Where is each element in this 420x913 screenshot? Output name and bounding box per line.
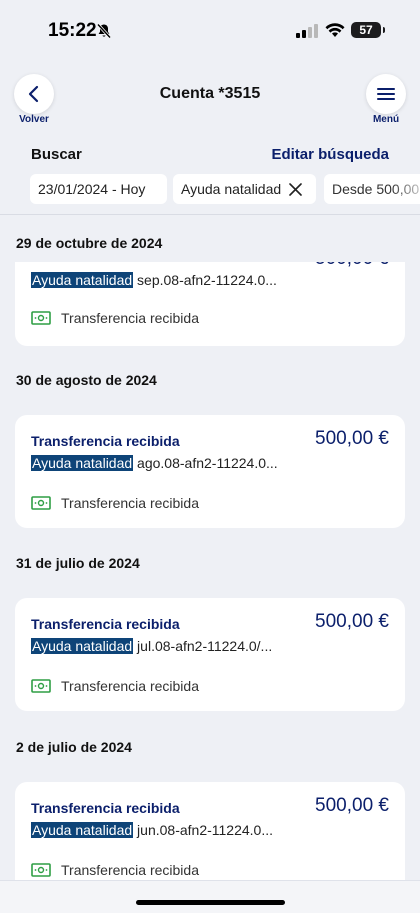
transaction-description-rest: sep.08-afn2-11224.0... bbox=[133, 272, 277, 288]
status-time: 15:22 bbox=[48, 20, 97, 41]
signal-icon bbox=[296, 24, 318, 43]
transaction-type-label: Transferencia recibida bbox=[61, 310, 199, 326]
filter-chip-concept[interactable]: Ayuda natalidad bbox=[173, 174, 316, 204]
edit-search-link[interactable]: Editar búsqueda bbox=[271, 146, 389, 163]
search-highlight: Ayuda natalidad bbox=[31, 455, 134, 471]
transaction-amount: 500,00 € bbox=[315, 428, 389, 449]
transaction-description: Ayuda natalidad sep.08-afn2-11224.0... bbox=[31, 272, 293, 288]
menu-button[interactable] bbox=[366, 74, 406, 114]
transaction-amount: 500,00 € bbox=[315, 611, 389, 632]
transaction-description: Ayuda natalidad ago.08-afn2-11224.0... bbox=[31, 455, 293, 471]
filter-chip-date-label: 23/01/2024 - Hoy bbox=[38, 181, 146, 197]
filter-chip-amount[interactable]: Desde 500,00 € bbox=[324, 174, 420, 204]
filter-chip-date[interactable]: 23/01/2024 - Hoy bbox=[30, 174, 167, 204]
transaction-card[interactable]: 500,00 € Ayuda natalidad sep.08-afn2-112… bbox=[15, 262, 405, 346]
transaction-amount: 500,00 € bbox=[315, 795, 389, 816]
transaction-description-rest: jul.08-afn2-11224.0/... bbox=[133, 638, 273, 654]
filter-chip-concept-label: Ayuda natalidad bbox=[181, 181, 282, 197]
transaction-type: Transferencia recibida bbox=[31, 678, 199, 694]
search-highlight: Ayuda natalidad bbox=[31, 638, 134, 654]
transaction-description-rest: ago.08-afn2-11224.0... bbox=[133, 455, 278, 471]
wifi-icon bbox=[325, 23, 345, 43]
transaction-type: Transferencia recibida bbox=[31, 495, 199, 511]
transaction-type: Transferencia recibida bbox=[31, 862, 199, 878]
date-header: 30 de agosto de 2024 bbox=[16, 372, 157, 388]
transaction-type-label: Transferencia recibida bbox=[61, 862, 199, 878]
hamburger-menu-icon bbox=[377, 87, 395, 101]
battery-icon: 57 bbox=[351, 22, 385, 38]
home-indicator[interactable] bbox=[136, 900, 285, 905]
filter-chips: 23/01/2024 - Hoy Ayuda natalidad Desde 5… bbox=[30, 174, 420, 206]
transaction-type-label: Transferencia recibida bbox=[61, 678, 199, 694]
status-bar: 15:22 57 bbox=[0, 0, 420, 62]
date-header: 31 de julio de 2024 bbox=[16, 555, 140, 571]
back-label[interactable]: Volver bbox=[4, 114, 64, 125]
banknote-icon bbox=[31, 311, 51, 325]
transaction-type-label: Transferencia recibida bbox=[61, 495, 199, 511]
search-highlight: Ayuda natalidad bbox=[31, 272, 134, 288]
transaction-type: Transferencia recibida bbox=[31, 310, 199, 326]
transaction-amount: 500,00 € bbox=[315, 262, 389, 270]
date-header: 2 de julio de 2024 bbox=[16, 739, 132, 755]
banknote-icon bbox=[31, 496, 51, 510]
banknote-icon bbox=[31, 863, 51, 877]
transaction-title: Transferencia recibida bbox=[31, 800, 180, 816]
transaction-description-rest: jun.08-afn2-11224.0... bbox=[133, 822, 274, 838]
transaction-title: Transferencia recibida bbox=[31, 433, 180, 449]
date-header: 29 de octubre de 2024 bbox=[16, 235, 163, 251]
transaction-card[interactable]: Transferencia recibida 500,00 € Ayuda na… bbox=[15, 415, 405, 528]
page-title: Cuenta *3515 bbox=[159, 85, 261, 102]
transaction-title: Transferencia recibida bbox=[31, 616, 180, 632]
transaction-card[interactable]: Transferencia recibida 500,00 € Ayuda na… bbox=[15, 598, 405, 711]
transaction-description: Ayuda natalidad jul.08-afn2-11224.0/... bbox=[31, 638, 293, 654]
filter-chip-amount-label: Desde 500,00 € bbox=[332, 181, 420, 197]
search-label: Buscar bbox=[31, 146, 82, 163]
bottom-bar bbox=[0, 880, 420, 913]
search-highlight: Ayuda natalidad bbox=[31, 822, 134, 838]
banknote-icon bbox=[31, 679, 51, 693]
divider bbox=[0, 214, 420, 215]
transaction-description: Ayuda natalidad jun.08-afn2-11224.0... bbox=[31, 822, 293, 838]
bell-slash-icon bbox=[96, 23, 112, 44]
menu-label[interactable]: Menú bbox=[356, 114, 416, 125]
close-icon[interactable] bbox=[289, 182, 302, 196]
